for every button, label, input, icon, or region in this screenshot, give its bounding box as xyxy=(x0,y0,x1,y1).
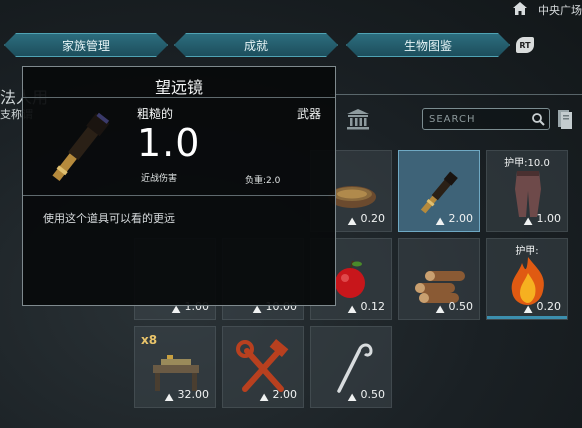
tab-family-management[interactable]: 家族管理 xyxy=(4,33,168,57)
inventory-slot-tools[interactable]: ⛰ 2.00 xyxy=(222,326,304,408)
inventory-slot-table[interactable]: x8 ⛰ 32.00 xyxy=(134,326,216,408)
search-icon[interactable] xyxy=(531,112,545,126)
tab-creature-codex[interactable]: 生物图鉴 xyxy=(346,33,510,57)
inventory-slot-fire-armor[interactable]: 护甲: ⛰ 0.20 xyxy=(486,238,568,320)
inventory-slot-logs[interactable]: ⛰ 0.50 xyxy=(398,238,480,320)
book-icon[interactable] xyxy=(556,108,574,130)
search-box[interactable] xyxy=(422,108,550,130)
inventory-slot-hook[interactable]: ⛰ 0.50 xyxy=(310,326,392,408)
home-icon[interactable] xyxy=(512,1,528,16)
tooltip-divider xyxy=(23,195,335,196)
top-bar: 中央广场 xyxy=(0,0,582,22)
weight-icon: ⛰ xyxy=(435,303,445,316)
item-quality: 粗糙的 xyxy=(137,107,174,121)
museum-icon[interactable] xyxy=(346,108,370,130)
rt-button-icon[interactable]: RT xyxy=(516,37,534,53)
weight-icon: ⛰ xyxy=(347,215,357,228)
telescope-icon xyxy=(52,112,110,181)
tooltip-divider xyxy=(23,97,335,98)
damage-label: 近战伤害 xyxy=(141,174,178,184)
damage-value: 1.0 xyxy=(137,121,201,165)
weight-icon: ⛰ xyxy=(347,303,357,316)
item-tooltip: 望远镜 粗糙的 武器 1.0 近战伤害 负重:2.0 使用这个道具可以看的更远 xyxy=(22,66,336,306)
tooltip-title: 望远镜 xyxy=(154,78,203,97)
load-value: 负重:2.0 xyxy=(245,176,281,186)
weight-icon: ⛰ xyxy=(347,391,357,404)
weight-icon: ⛰ xyxy=(259,391,269,404)
item-type: 武器 xyxy=(297,107,322,121)
weight-icon: ⛰ xyxy=(523,303,533,316)
inventory-slot-pants[interactable]: 护甲:10.0 ⛰ 1.00 xyxy=(486,150,568,232)
weight-icon: ⛰ xyxy=(164,391,174,404)
weight-icon: ⛰ xyxy=(523,215,533,228)
weight-icon: ⛰ xyxy=(435,215,445,228)
divider xyxy=(330,94,582,95)
tab-achievements[interactable]: 成就 xyxy=(174,33,338,57)
search-input[interactable] xyxy=(429,112,529,127)
location-label: 中央广场 xyxy=(538,4,582,17)
durability-bar xyxy=(487,316,567,319)
inventory-slot-telescope[interactable]: ⛰ 2.00 xyxy=(398,150,480,232)
item-description: 使用这个道具可以看的更远 xyxy=(43,212,175,225)
